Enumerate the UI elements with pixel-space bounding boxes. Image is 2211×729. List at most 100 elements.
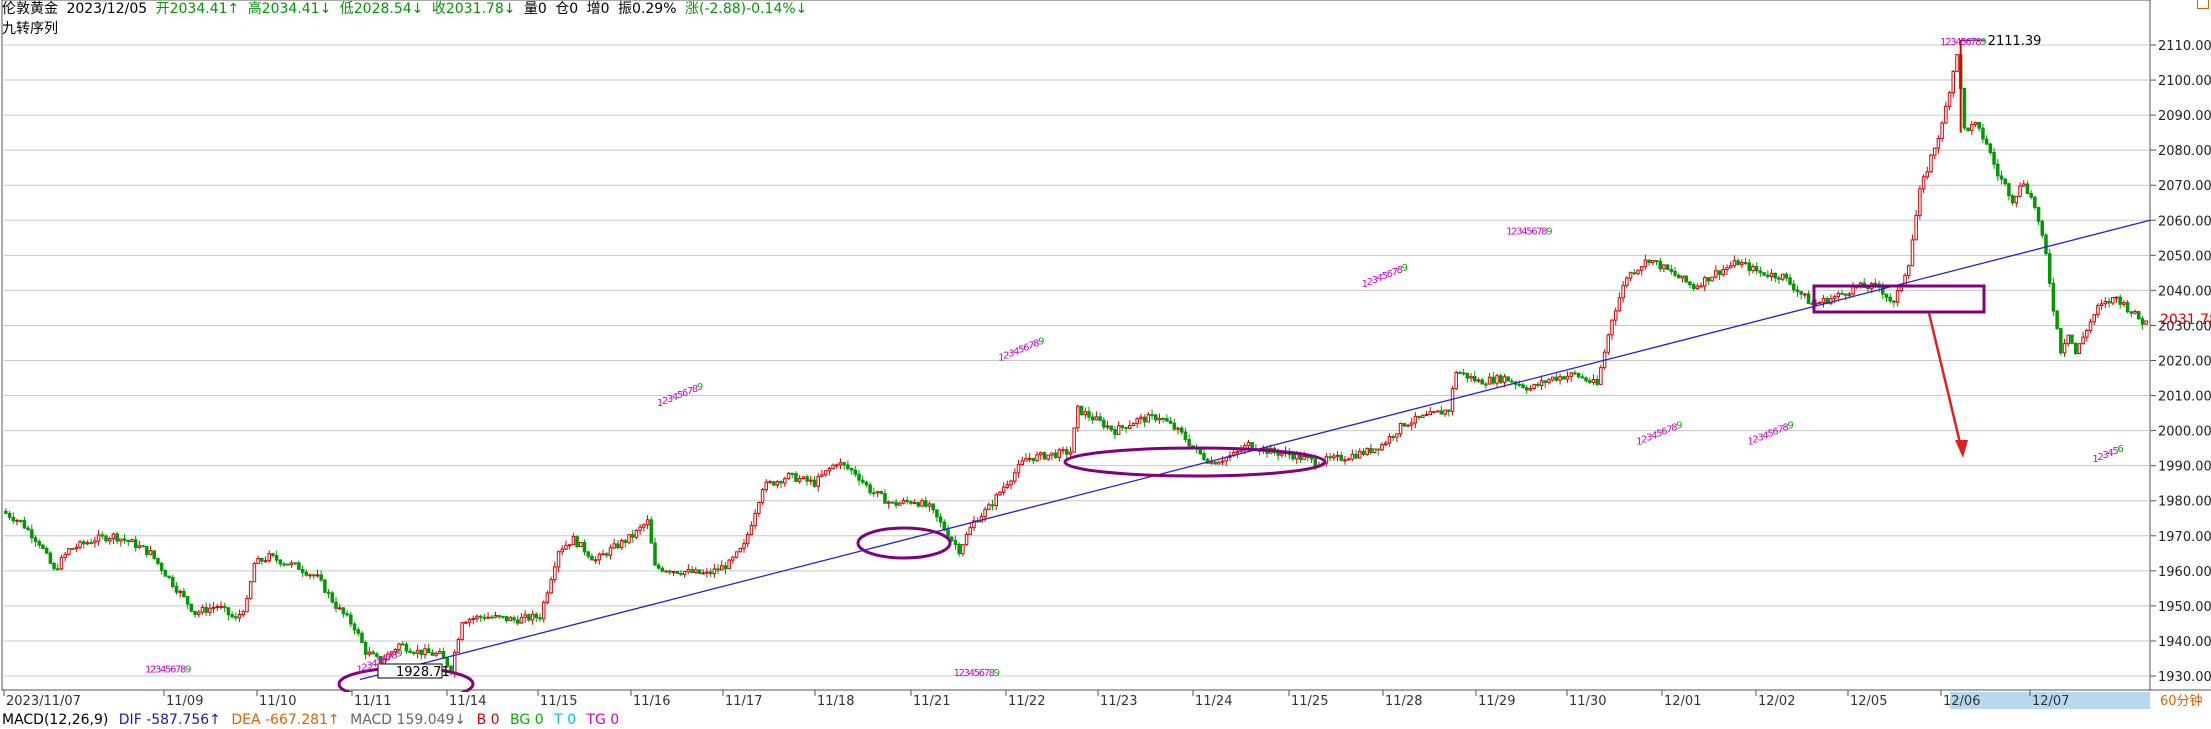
candle-body: [1751, 266, 1755, 272]
candle-body: [1532, 383, 1536, 390]
candle-body: [649, 519, 654, 544]
candle-body: [1016, 464, 1021, 474]
candle-body: [538, 617, 542, 620]
candle-body: [2107, 300, 2111, 304]
candle-body: [145, 546, 149, 555]
candle-body: [1524, 387, 1529, 391]
candle-body: [1146, 414, 1151, 423]
candle-body: [957, 543, 961, 555]
x-tick-label: 12/07: [2032, 694, 2069, 709]
candle-body: [1484, 383, 1488, 386]
candle-body: [664, 570, 668, 573]
nine-sequence-digit: 9: [1787, 421, 1793, 432]
candle-body: [2003, 178, 2007, 185]
candle-body: [1873, 282, 1878, 285]
candle-body: [501, 615, 505, 618]
candle-body: [716, 568, 720, 571]
candle-body: [2055, 310, 2059, 329]
candle-body: [1747, 262, 1752, 272]
candle-body: [81, 541, 86, 545]
candle-body: [126, 539, 131, 543]
candle-body: [738, 547, 743, 553]
trend-arrow: [1927, 312, 1963, 448]
x-tick-label: 11/11: [354, 694, 391, 709]
indicator-label[interactable]: 九转序列: [2, 18, 58, 38]
candle-body: [508, 617, 513, 622]
candle-body: [189, 603, 194, 612]
y-tick-label: 2010.00: [2158, 390, 2211, 405]
candle-body: [1610, 319, 1614, 336]
candle-body: [1762, 272, 1766, 276]
candle-body: [720, 565, 724, 571]
candle-body: [2081, 336, 2085, 345]
candle-body: [1769, 272, 1774, 278]
candle-body: [556, 551, 561, 568]
candle-body: [597, 553, 602, 561]
candle-body: [1020, 460, 1024, 466]
candle-body: [831, 464, 835, 470]
candle-body: [363, 641, 368, 655]
candle-body: [857, 473, 861, 481]
candle-body: [1376, 448, 1381, 451]
candle-body: [1684, 275, 1688, 283]
price-chart[interactable]: 2111.391928.71123456789 12345678912345678…: [0, 0, 2211, 729]
candle-body: [1628, 272, 1633, 279]
candle-body: [694, 569, 698, 574]
candle-body: [48, 552, 53, 564]
y-tick-label: 2000.00: [2158, 425, 2211, 440]
amplitude-value: 振0.29%: [618, 1, 677, 17]
candle-body: [1050, 452, 1054, 456]
candle-body: [1102, 419, 1106, 428]
candle-body: [1932, 147, 1937, 156]
candle-body: [545, 592, 550, 603]
candle-body: [434, 652, 438, 656]
candle-body: [1487, 376, 1492, 385]
candle-body: [1209, 461, 1214, 464]
nine-sequence-digit: 9: [1402, 263, 1408, 274]
candle-body: [271, 553, 275, 557]
candle-body: [2018, 185, 2022, 197]
macd-t: T 0: [554, 712, 576, 728]
candle-body: [1536, 383, 1540, 387]
candle-body: [519, 616, 524, 624]
candle-body: [282, 563, 286, 566]
macd-name: MACD(12,26,9): [2, 712, 109, 728]
candle-body: [924, 500, 928, 507]
candle-body: [679, 572, 683, 575]
x-tick-label: 11/25: [1291, 694, 1328, 709]
candle-body: [920, 500, 924, 507]
candle-body: [482, 616, 487, 619]
candle-body: [490, 616, 494, 619]
candle-body: [1766, 274, 1770, 278]
candle-body: [1428, 411, 1432, 416]
candle-body: [274, 555, 279, 561]
candle-body: [107, 538, 112, 542]
candle-body: [705, 571, 709, 574]
arrow-head-icon: [1955, 440, 1968, 458]
candle-body: [916, 502, 921, 507]
candle-body: [2044, 234, 2048, 255]
candle-body: [1914, 214, 1918, 241]
candle-body: [222, 605, 227, 609]
highlight-ellipse: [856, 526, 952, 560]
candle-body: [1636, 269, 1640, 275]
candle-body: [1094, 416, 1099, 421]
candle-body: [1291, 454, 1295, 460]
candle-body: [1009, 480, 1013, 486]
candle-body: [1988, 143, 1993, 153]
macd-bg: BG 0: [510, 712, 544, 728]
candle-body: [660, 567, 665, 572]
y-tick-label: 1980.00: [2158, 495, 2211, 510]
candle-body: [1662, 264, 1666, 270]
candles: [4, 40, 2148, 678]
nine-sequence-digit: 9: [697, 382, 703, 393]
macd-bar[interactable]: MACD(12,26,9) DIF -587.756↑ DEA -667.281…: [2, 711, 625, 729]
candle-body: [330, 592, 335, 603]
candle-body: [1328, 456, 1332, 459]
candle-body: [1910, 239, 1915, 267]
nine-sequence-digit: 9: [1038, 337, 1044, 348]
candle-body: [742, 543, 746, 549]
candle-body: [571, 535, 576, 546]
candle-body: [530, 613, 535, 621]
candle-body: [627, 534, 631, 543]
